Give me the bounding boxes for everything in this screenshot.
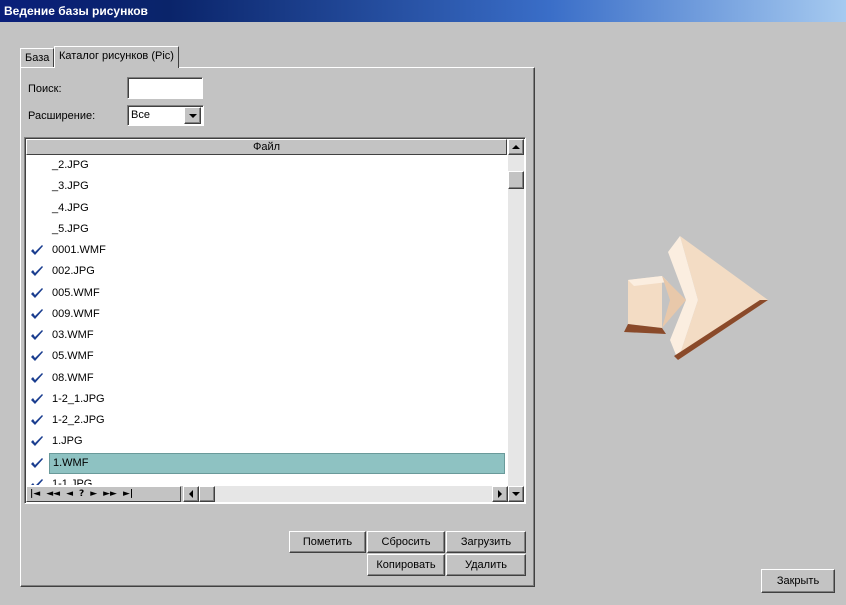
- table-row[interactable]: _3.JPG: [26, 176, 507, 197]
- arrow-right-decoration-icon: [624, 236, 768, 360]
- file-name: 009.WMF: [52, 307, 100, 320]
- table-row[interactable]: _2.JPG: [26, 155, 507, 176]
- file-name: 1-1.JPG: [52, 477, 93, 485]
- vertical-scrollbar[interactable]: [508, 139, 524, 486]
- next-record-button[interactable]: ►: [87, 487, 100, 501]
- checkmark-icon: [31, 393, 43, 404]
- scroll-up-button[interactable]: [508, 139, 524, 155]
- help-button[interactable]: ?: [76, 487, 87, 501]
- file-name: 0001.WMF: [52, 244, 106, 256]
- last-record-button[interactable]: ►|: [120, 487, 136, 501]
- checkmark-icon: [31, 287, 43, 298]
- file-name: 03.WMF: [52, 329, 94, 341]
- search-label: Поиск:: [28, 83, 62, 95]
- arrow-down-icon: [512, 492, 520, 496]
- file-name: _3.JPG: [52, 180, 89, 193]
- table-row[interactable]: _5.JPG: [26, 219, 507, 240]
- checkmark-icon: [31, 457, 43, 468]
- next-page-button[interactable]: ►►: [100, 487, 120, 501]
- table-row[interactable]: _4.JPG: [26, 198, 507, 219]
- checkmark-icon: [31, 372, 43, 383]
- file-grid[interactable]: Файл _2.JPG _3.JPG _4.JPG _5.JPG 0001.WMF 002…: [24, 137, 526, 504]
- search-input[interactable]: [127, 77, 203, 99]
- extension-dropdown-button[interactable]: [184, 107, 201, 124]
- file-name: 1.WMF: [49, 452, 505, 474]
- table-row[interactable]: 1.WMF: [26, 452, 507, 474]
- window-title: Ведение базы рисунков: [0, 0, 846, 22]
- checkmark-icon: [31, 245, 43, 255]
- arrow-right-icon: [498, 490, 502, 498]
- chevron-down-icon: [188, 113, 197, 118]
- checkmark-icon: [31, 478, 43, 485]
- tab-base[interactable]: База: [20, 48, 55, 68]
- copy-button[interactable]: Копировать: [367, 554, 445, 576]
- table-row[interactable]: 05.WMF: [26, 346, 507, 367]
- horizontal-scroll-thumb[interactable]: [199, 486, 215, 502]
- tab-pic-catalog[interactable]: Каталог рисунков (Pic): [54, 46, 179, 68]
- table-row[interactable]: 005.WMF: [26, 283, 507, 304]
- record-navigator: |◄ ◄◄ ◄? ► ►► ►|: [26, 486, 181, 502]
- table-row[interactable]: 1.JPG: [26, 431, 507, 452]
- first-record-button[interactable]: |◄: [27, 487, 43, 501]
- arrow-up-icon: [512, 145, 520, 149]
- checkmark-icon: [31, 266, 43, 277]
- table-row[interactable]: 1-1.JPG: [26, 474, 507, 485]
- close-button[interactable]: Закрыть: [761, 569, 835, 593]
- prev-page-button[interactable]: ◄◄: [43, 487, 63, 501]
- scroll-right-button[interactable]: [492, 486, 508, 502]
- file-name: _5.JPG: [52, 222, 89, 235]
- vertical-scroll-thumb[interactable]: [508, 171, 524, 189]
- table-row[interactable]: 1-2_2.JPG: [26, 410, 507, 431]
- checkmark-icon: [31, 351, 43, 362]
- file-name: 05.WMF: [52, 350, 94, 363]
- file-name: _4.JPG: [52, 201, 89, 214]
- arrow-left-icon: [189, 490, 193, 498]
- prev-record-button[interactable]: ◄: [63, 487, 76, 501]
- grid-bottom-bar: |◄ ◄◄ ◄? ► ►► ►|: [26, 486, 508, 502]
- table-row[interactable]: 002.JPG: [26, 261, 507, 282]
- extension-label: Расширение:: [28, 110, 96, 122]
- checkmark-icon: [31, 436, 43, 447]
- delete-button[interactable]: Удалить: [446, 554, 526, 576]
- table-row[interactable]: 0001.WMF: [26, 240, 507, 261]
- scroll-left-button[interactable]: [183, 486, 199, 502]
- extension-selected-value: Все: [131, 109, 150, 121]
- mark-button[interactable]: Пометить: [289, 531, 366, 553]
- file-name: 1-2_1.JPG: [52, 392, 105, 405]
- file-list: _2.JPG _3.JPG _4.JPG _5.JPG 0001.WMF 002.JPG 0…: [26, 155, 507, 485]
- checkmark-icon: [31, 415, 43, 425]
- scroll-down-button[interactable]: [508, 486, 524, 502]
- table-row[interactable]: 08.WMF: [26, 368, 507, 389]
- table-row[interactable]: 03.WMF: [26, 325, 507, 346]
- reset-button[interactable]: Сбросить: [367, 531, 445, 553]
- file-name: _2.JPG: [52, 159, 89, 171]
- load-button[interactable]: Загрузить: [446, 531, 526, 553]
- table-row[interactable]: 1-2_1.JPG: [26, 389, 507, 410]
- horizontal-scrollbar[interactable]: [183, 486, 508, 502]
- table-row[interactable]: 009.WMF: [26, 304, 507, 325]
- checkmark-icon: [31, 308, 43, 319]
- column-header-file[interactable]: Файл: [26, 139, 507, 155]
- checkmark-icon: [31, 330, 43, 340]
- file-name: 002.JPG: [52, 265, 95, 278]
- scroll-down-area: [508, 486, 524, 502]
- file-name: 08.WMF: [52, 371, 94, 384]
- file-name: 1-2_2.JPG: [52, 414, 105, 426]
- file-name: 1.JPG: [52, 435, 83, 448]
- file-name: 005.WMF: [52, 286, 100, 299]
